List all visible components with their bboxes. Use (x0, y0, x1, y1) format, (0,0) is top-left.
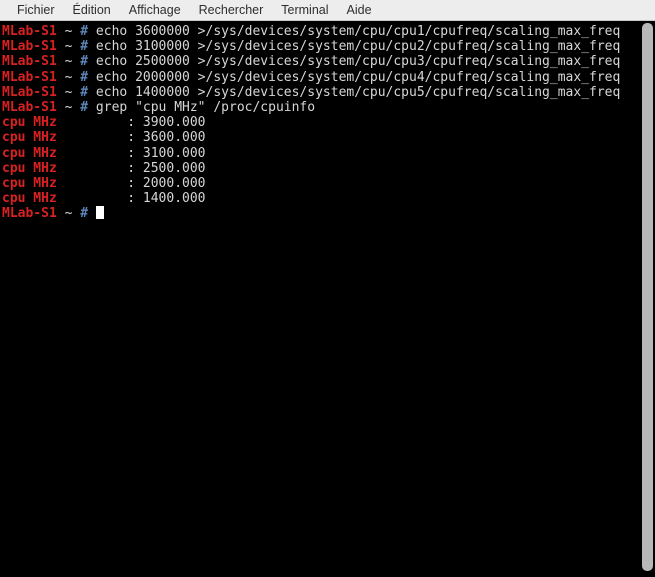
menu-item-fichier[interactable]: Fichier (8, 1, 64, 20)
menu-item-label: Rechercher (198, 2, 264, 17)
menu-item-edition[interactable]: Édition (64, 1, 120, 20)
menubar: Fichier Édition Affichage Rechercher Ter… (0, 0, 655, 21)
output-value: : 2000.000 (56, 175, 206, 191)
command-text: echo 2000000 >/sys/devices/system/cpu/cp… (88, 69, 621, 85)
vertical-scrollbar[interactable] (640, 21, 655, 577)
terminal-output-line: cpu MHz : 3600.000 (2, 130, 640, 145)
prompt-host: MLab-S1 (2, 54, 57, 70)
terminal-window: Fichier Édition Affichage Rechercher Ter… (0, 0, 655, 577)
menu-item-label: Terminal (281, 2, 329, 17)
grep-match: cpu MHz (2, 175, 57, 191)
output-value: : 3100.000 (56, 145, 206, 161)
terminal-body: MLab-S1 ~ # echo 3600000 >/sys/devices/s… (0, 21, 655, 577)
menu-item-label: Aide (346, 2, 372, 17)
scrollbar-thumb[interactable] (642, 23, 653, 571)
terminal-command-line: MLab-S1 ~ # grep "cpu MHz" /proc/cpuinfo (2, 100, 640, 115)
menu-item-rechercher[interactable]: Rechercher (190, 1, 273, 20)
output-value: : 1400.000 (56, 191, 206, 207)
menu-item-terminal[interactable]: Terminal (272, 1, 337, 20)
prompt-cwd: ~ (56, 39, 81, 55)
menu-item-affichage[interactable]: Affichage (120, 1, 190, 20)
command-text (88, 206, 96, 221)
command-text: echo 1400000 >/sys/devices/system/cpu/cp… (88, 84, 621, 100)
output-value: : 3600.000 (56, 130, 206, 146)
terminal-output-line: cpu MHz : 3900.000 (2, 115, 640, 130)
prompt-symbol: # (80, 206, 89, 222)
prompt-host: MLab-S1 (2, 206, 57, 222)
text-cursor (95, 206, 104, 220)
prompt-host: MLab-S1 (2, 69, 57, 85)
command-text: echo 2500000 >/sys/devices/system/cpu/cp… (88, 54, 621, 70)
terminal-output-line: cpu MHz : 1400.000 (2, 191, 640, 206)
menu-item-label: Affichage (128, 2, 181, 17)
terminal-output-line: cpu MHz : 3100.000 (2, 146, 640, 161)
grep-match: cpu MHz (2, 191, 57, 207)
grep-match: cpu MHz (2, 130, 57, 146)
terminal-command-line: MLab-S1 ~ # echo 3600000 >/sys/devices/s… (2, 24, 640, 39)
scrollbar-track[interactable] (642, 23, 653, 575)
menu-item-aide[interactable]: Aide (338, 1, 381, 20)
prompt-cwd: ~ (56, 99, 81, 115)
terminal-command-line: MLab-S1 ~ # echo 3100000 >/sys/devices/s… (2, 39, 640, 54)
output-value: : 2500.000 (56, 160, 206, 176)
grep-match: cpu MHz (2, 145, 57, 161)
command-text: grep "cpu MHz" /proc/cpuinfo (88, 99, 316, 115)
prompt-host: MLab-S1 (2, 24, 57, 39)
prompt-cwd: ~ (56, 206, 81, 222)
prompt-symbol: # (80, 69, 89, 85)
prompt-symbol: # (80, 99, 89, 115)
prompt-cwd: ~ (56, 54, 81, 70)
prompt-cwd: ~ (56, 84, 81, 100)
menu-item-label: Édition (72, 2, 111, 17)
prompt-cwd: ~ (56, 24, 81, 39)
terminal-output-line: cpu MHz : 2500.000 (2, 161, 640, 176)
grep-match: cpu MHz (2, 160, 57, 176)
menu-item-label: Fichier (17, 2, 55, 17)
prompt-cwd: ~ (56, 69, 81, 85)
terminal-command-line: MLab-S1 ~ # echo 1400000 >/sys/devices/s… (2, 85, 640, 100)
prompt-symbol: # (80, 54, 89, 70)
prompt-symbol: # (80, 84, 89, 100)
command-text: echo 3600000 >/sys/devices/system/cpu/cp… (88, 24, 621, 39)
command-text: echo 3100000 >/sys/devices/system/cpu/cp… (88, 39, 621, 55)
grep-match: cpu MHz (2, 115, 57, 131)
prompt-symbol: # (80, 39, 89, 55)
prompt-host: MLab-S1 (2, 39, 57, 55)
terminal-command-line: MLab-S1 ~ # echo 2000000 >/sys/devices/s… (2, 70, 640, 85)
prompt-host: MLab-S1 (2, 84, 57, 100)
prompt-host: MLab-S1 (2, 99, 57, 115)
terminal-screen[interactable]: MLab-S1 ~ # echo 3600000 >/sys/devices/s… (0, 21, 640, 577)
output-value: : 3900.000 (56, 115, 206, 131)
prompt-symbol: # (80, 24, 89, 39)
terminal-prompt-line: MLab-S1 ~ # (2, 206, 640, 221)
terminal-output-line: cpu MHz : 2000.000 (2, 176, 640, 191)
terminal-command-line: MLab-S1 ~ # echo 2500000 >/sys/devices/s… (2, 54, 640, 69)
